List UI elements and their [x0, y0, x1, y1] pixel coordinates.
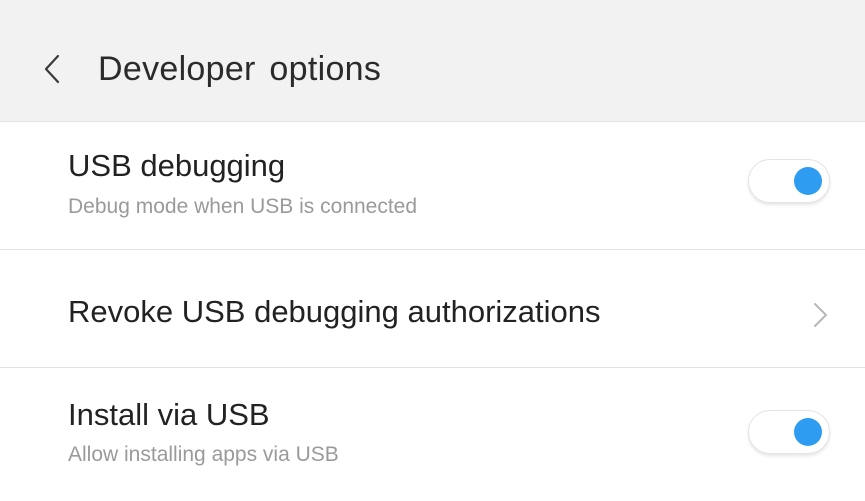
chevron-right-icon	[814, 303, 827, 327]
setting-install-via-usb[interactable]: Install via USB Allow installing apps vi…	[0, 368, 865, 499]
setting-title: Install via USB	[68, 397, 270, 432]
app-bar: Developer options	[0, 0, 865, 122]
setting-usb-debugging[interactable]: USB debugging Debug mode when USB is con…	[0, 122, 865, 250]
chevron-left-icon	[44, 54, 60, 84]
toggle-knob	[794, 167, 822, 195]
setting-revoke-usb-authorizations[interactable]: Revoke USB debugging authorizations	[0, 250, 865, 368]
back-button[interactable]	[30, 44, 74, 94]
developer-options-screen: Developer options USB debugging Debug mo…	[0, 0, 865, 501]
page-title: Developer options	[98, 50, 382, 88]
install-via-usb-toggle[interactable]	[748, 410, 830, 454]
setting-subtitle: Allow installing apps via USB	[68, 443, 339, 466]
settings-list: USB debugging Debug mode when USB is con…	[0, 122, 865, 499]
setting-title: Revoke USB debugging authorizations	[68, 294, 601, 329]
setting-title: USB debugging	[68, 148, 286, 183]
usb-debugging-toggle[interactable]	[748, 159, 830, 203]
toggle-knob	[794, 418, 822, 446]
setting-subtitle: Debug mode when USB is connected	[68, 195, 418, 218]
